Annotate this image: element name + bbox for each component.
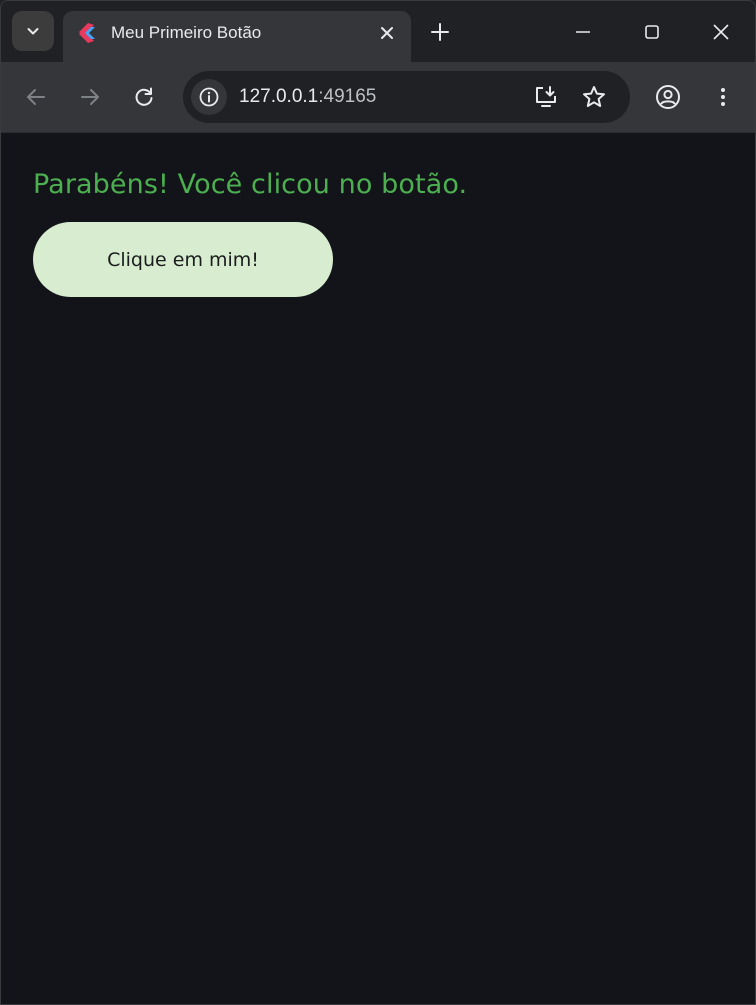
- url-host: 127.0.0.1: [239, 86, 319, 107]
- info-icon[interactable]: [191, 79, 227, 115]
- arrow-left-icon[interactable]: [23, 84, 49, 110]
- more-vert-icon[interactable]: [710, 84, 736, 110]
- success-message: Parabéns! Você clicou no botão.: [33, 169, 468, 200]
- url-port: :49165: [318, 86, 377, 107]
- reload-icon[interactable]: [131, 84, 157, 110]
- minimize-icon[interactable]: [570, 19, 596, 45]
- flutter-icon: [77, 22, 97, 44]
- active-tab[interactable]: Meu Primeiro Botão: [63, 11, 411, 63]
- page-content: Parabéns! Você clicou no botão. Clique e…: [1, 133, 755, 1004]
- close-icon[interactable]: [377, 23, 397, 43]
- arrow-right-icon[interactable]: [77, 84, 103, 110]
- tab-title: Meu Primeiro Botão: [111, 23, 262, 42]
- tab-search-button[interactable]: [12, 11, 54, 51]
- maximize-icon[interactable]: [639, 19, 665, 45]
- address-url[interactable]: 127.0.0.1:49165: [239, 86, 376, 108]
- click-me-button[interactable]: Clique em mim!: [33, 222, 333, 297]
- browser-window: Meu Primeiro Botão 127.0.0.1:49165 Parab…: [0, 0, 756, 1005]
- browser-toolbar: 127.0.0.1:49165: [1, 62, 755, 133]
- install-app-icon[interactable]: [533, 84, 559, 110]
- tab-strip: Meu Primeiro Botão: [1, 1, 755, 63]
- window-close-icon[interactable]: [708, 19, 734, 45]
- star-icon[interactable]: [581, 84, 607, 110]
- address-bar[interactable]: 127.0.0.1:49165: [183, 71, 630, 123]
- chevron-down-icon: [26, 24, 40, 38]
- account-circle-icon[interactable]: [655, 84, 681, 110]
- plus-icon[interactable]: [429, 21, 451, 43]
